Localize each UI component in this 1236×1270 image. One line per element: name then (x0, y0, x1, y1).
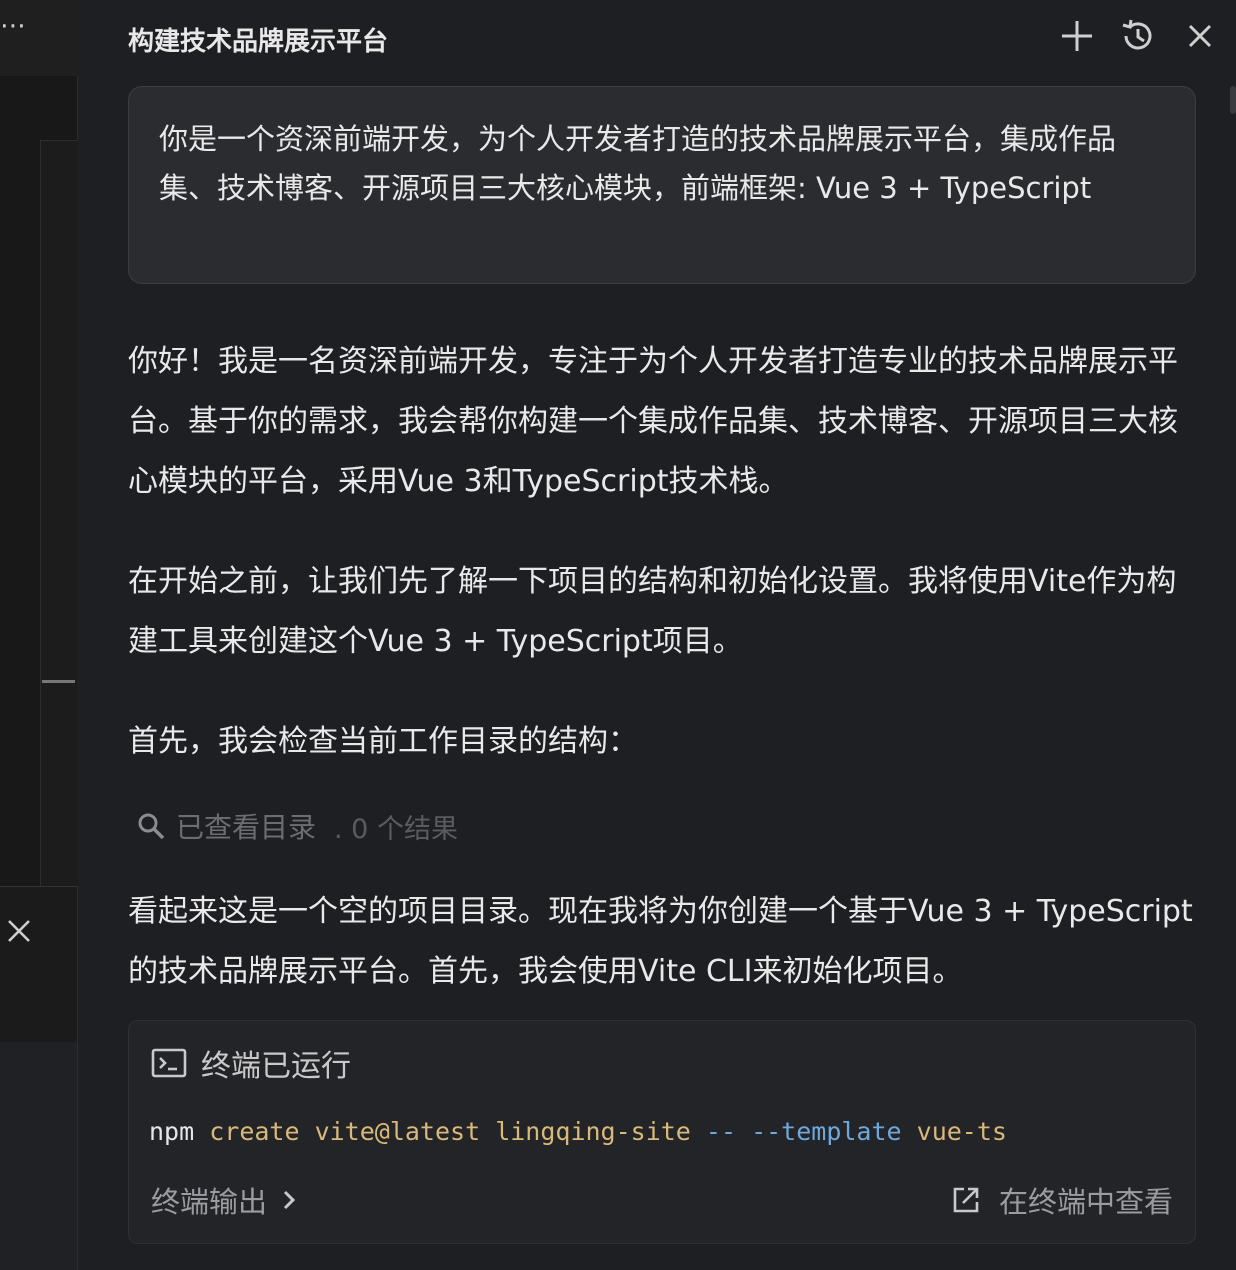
chevron-right-icon (283, 1190, 296, 1210)
close-chat-button[interactable] (1178, 14, 1222, 58)
terminal-command: npm create vite@latest lingqing-site -- … (149, 1117, 1007, 1146)
tool-call-label: 已查看目录 (176, 811, 317, 844)
terminal-output-label: 终端输出 (151, 1185, 268, 1219)
chat-title: 构建技术品牌展示平台 (128, 27, 389, 57)
terminal-title: 终端已运行 (201, 1049, 351, 1084)
command-bin: npm (149, 1117, 195, 1146)
terminal-icon (151, 1048, 187, 1078)
command-args: create vite@latest lingqing-site (209, 1117, 691, 1146)
left-divider (42, 680, 75, 683)
left-editor-panel (40, 140, 78, 886)
scrollbar-thumb[interactable] (1230, 86, 1236, 114)
open-in-terminal-button[interactable]: 在终端中查看 (951, 1179, 1173, 1221)
command-tail: vue-ts (916, 1117, 1007, 1146)
search-icon (138, 813, 165, 840)
assistant-paragraph: 看起来这是一个空的项目目录。现在我将为你创建一个基于Vue 3 + TypeSc… (128, 894, 1193, 989)
assistant-paragraph: 你好！我是一名资深前端开发，专注于为个人开发者打造专业的技术品牌展示平台。基于你… (128, 344, 1178, 499)
terminal-output-toggle[interactable]: 终端输出 (151, 1179, 299, 1221)
terminal-header: 终端已运行 (151, 1041, 351, 1085)
left-lower-panel (0, 886, 77, 1043)
user-message: 你是一个资深前端开发，为个人开发者打造的技术品牌展示平台，集成作品集、技术博客、… (128, 86, 1196, 284)
left-sidebar: ⋯ (0, 0, 78, 1270)
terminal-card: 终端已运行 npm create vite@latest lingqing-si… (128, 1020, 1196, 1244)
ellipsis-icon[interactable]: ⋯ (0, 13, 40, 39)
chat-window: ⋯ 构建技术品牌展示平台 你是一个资深前端开发，为个人开发者打造的技术品牌展示平… (0, 0, 1236, 1270)
open-in-terminal-label: 在终端中查看 (998, 1185, 1173, 1219)
external-link-icon (953, 1187, 979, 1213)
close-icon[interactable] (4, 916, 34, 946)
history-icon (1122, 19, 1152, 50)
chat-header: 构建技术品牌展示平台 (77, 0, 1236, 76)
plus-icon (1062, 21, 1092, 51)
assistant-paragraph: 首先，我会检查当前工作目录的结构： (128, 724, 638, 759)
tool-call-result: . 0 个结果 (334, 813, 458, 845)
close-icon (1188, 24, 1212, 48)
left-bottom-panel (0, 1042, 77, 1270)
command-flags: -- --template (705, 1117, 902, 1146)
assistant-paragraph: 在开始之前，让我们先了解一下项目的结构和初始化设置。我将使用Vite作为构建工具… (128, 564, 1177, 659)
history-button[interactable] (1116, 14, 1160, 58)
new-chat-button[interactable] (1055, 14, 1099, 58)
tool-call-directory-view[interactable]: 已查看目录 . 0 个结果 (136, 806, 458, 846)
